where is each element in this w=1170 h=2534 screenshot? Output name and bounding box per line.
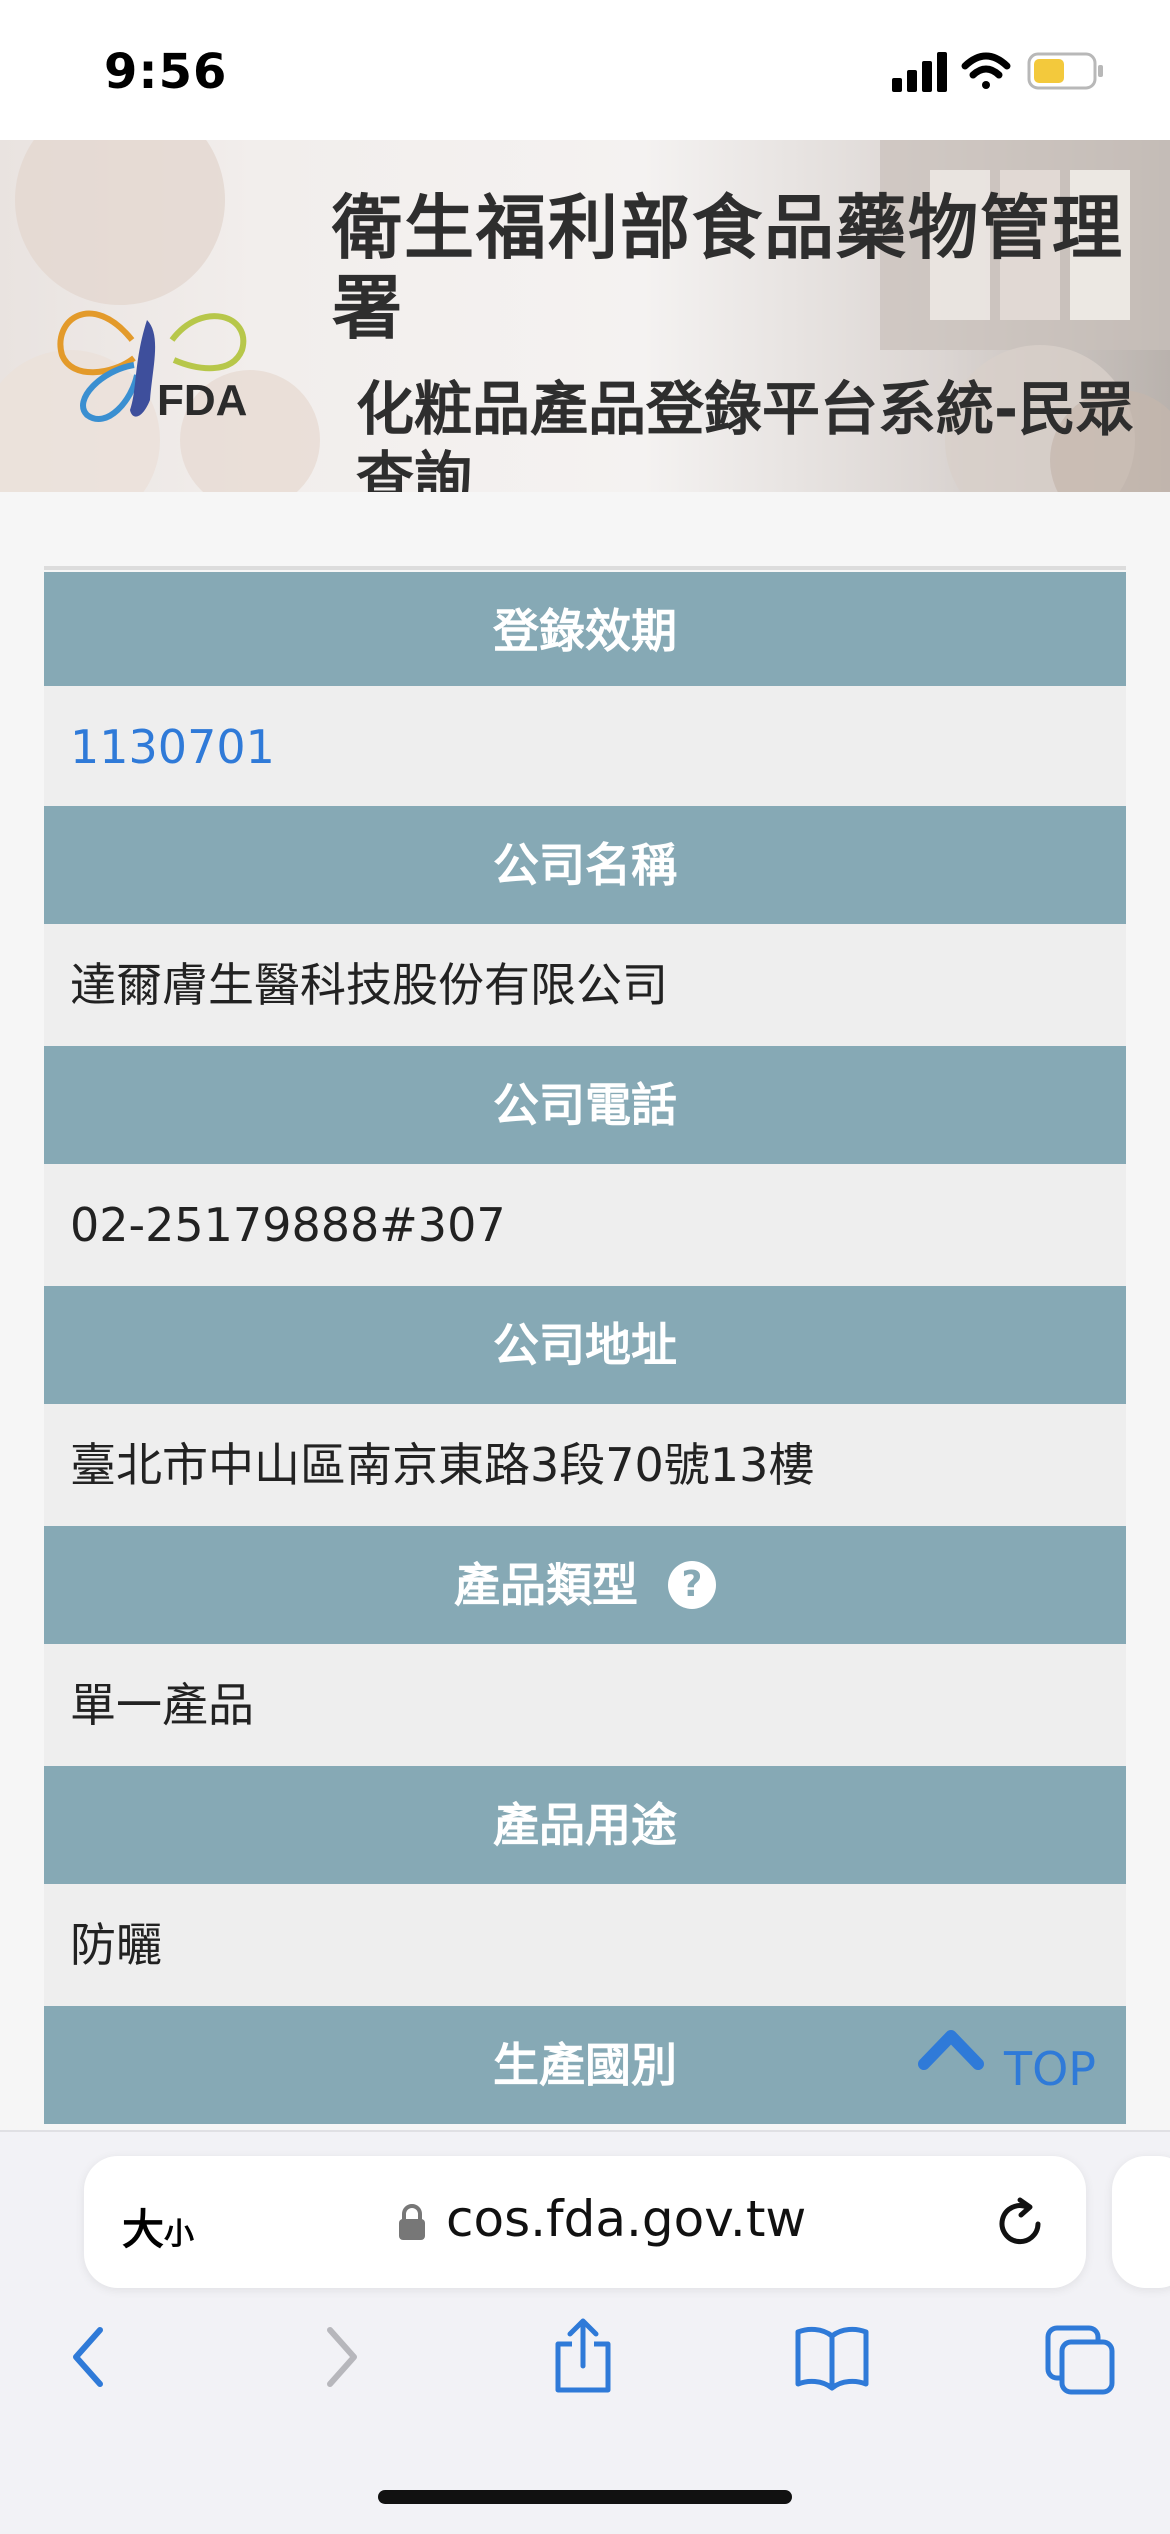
agency-name: 衛生福利部食品藥物管理署 xyxy=(332,187,1124,349)
status-time: 9:56 xyxy=(104,44,228,100)
share-icon[interactable] xyxy=(548,2316,618,2396)
status-bar: 9:56 xyxy=(0,0,1170,140)
system-name: 化粧品產品登錄平台系統-民眾查詢 xyxy=(356,375,1135,492)
field-label-product-type-text: 產品類型 xyxy=(454,1558,638,1612)
back-to-top-label: TOP xyxy=(1004,2042,1097,2096)
field-value-product-use: 防曬 xyxy=(44,1884,1126,2006)
field-label-product-type: 產品類型? xyxy=(44,1526,1126,1644)
url-text[interactable]: cos.fda.gov.tw xyxy=(446,2190,806,2248)
text-size-big: 大 xyxy=(122,2205,165,2254)
field-label-company-phone: 公司電話 xyxy=(44,1046,1126,1164)
field-value-company-name: 達爾膚生醫科技股份有限公司 xyxy=(44,924,1126,1046)
help-icon[interactable]: ? xyxy=(668,1560,716,1609)
chevron-up-icon xyxy=(918,2030,984,2070)
text-size-small: 小 xyxy=(164,2217,195,2252)
lock-icon xyxy=(399,2204,425,2240)
wifi-icon xyxy=(961,52,1011,89)
tabs-icon[interactable] xyxy=(1042,2322,1118,2398)
reload-icon[interactable] xyxy=(990,2194,1050,2254)
field-value-company-address: 臺北市中山區南京東路3段70號13樓 xyxy=(44,1404,1126,1526)
field-label-company-address: 公司地址 xyxy=(44,1286,1126,1404)
text-size-button[interactable]: 大小 xyxy=(122,2196,194,2257)
back-icon[interactable] xyxy=(64,2322,114,2392)
field-label-product-use: 產品用途 xyxy=(44,1766,1126,1884)
field-label-registration-validity: 登錄效期 xyxy=(44,572,1126,690)
field-value-product-type: 單一產品 xyxy=(44,1644,1126,1766)
status-icons xyxy=(892,48,1112,100)
field-label-company-name: 公司名稱 xyxy=(44,806,1126,924)
next-tab-preview[interactable] xyxy=(1112,2156,1170,2288)
battery-icon xyxy=(1027,52,1103,90)
fda-logo: FDA xyxy=(57,310,247,425)
cellular-signal-icon xyxy=(892,52,947,92)
svg-text:FDA: FDA xyxy=(157,376,247,425)
header-banner: FDA 衛生福利部食品藥物管理署 化粧品產品登錄平台系統-民眾查詢 xyxy=(0,140,1170,492)
table-top-border xyxy=(44,566,1126,570)
forward-icon[interactable] xyxy=(316,2322,366,2392)
field-value-company-phone: 02-25179888#307 xyxy=(44,1164,1126,1286)
home-indicator[interactable] xyxy=(378,2490,792,2504)
field-value-registration-validity[interactable]: 1130701 xyxy=(44,686,1126,808)
bookmarks-icon[interactable] xyxy=(792,2322,872,2392)
